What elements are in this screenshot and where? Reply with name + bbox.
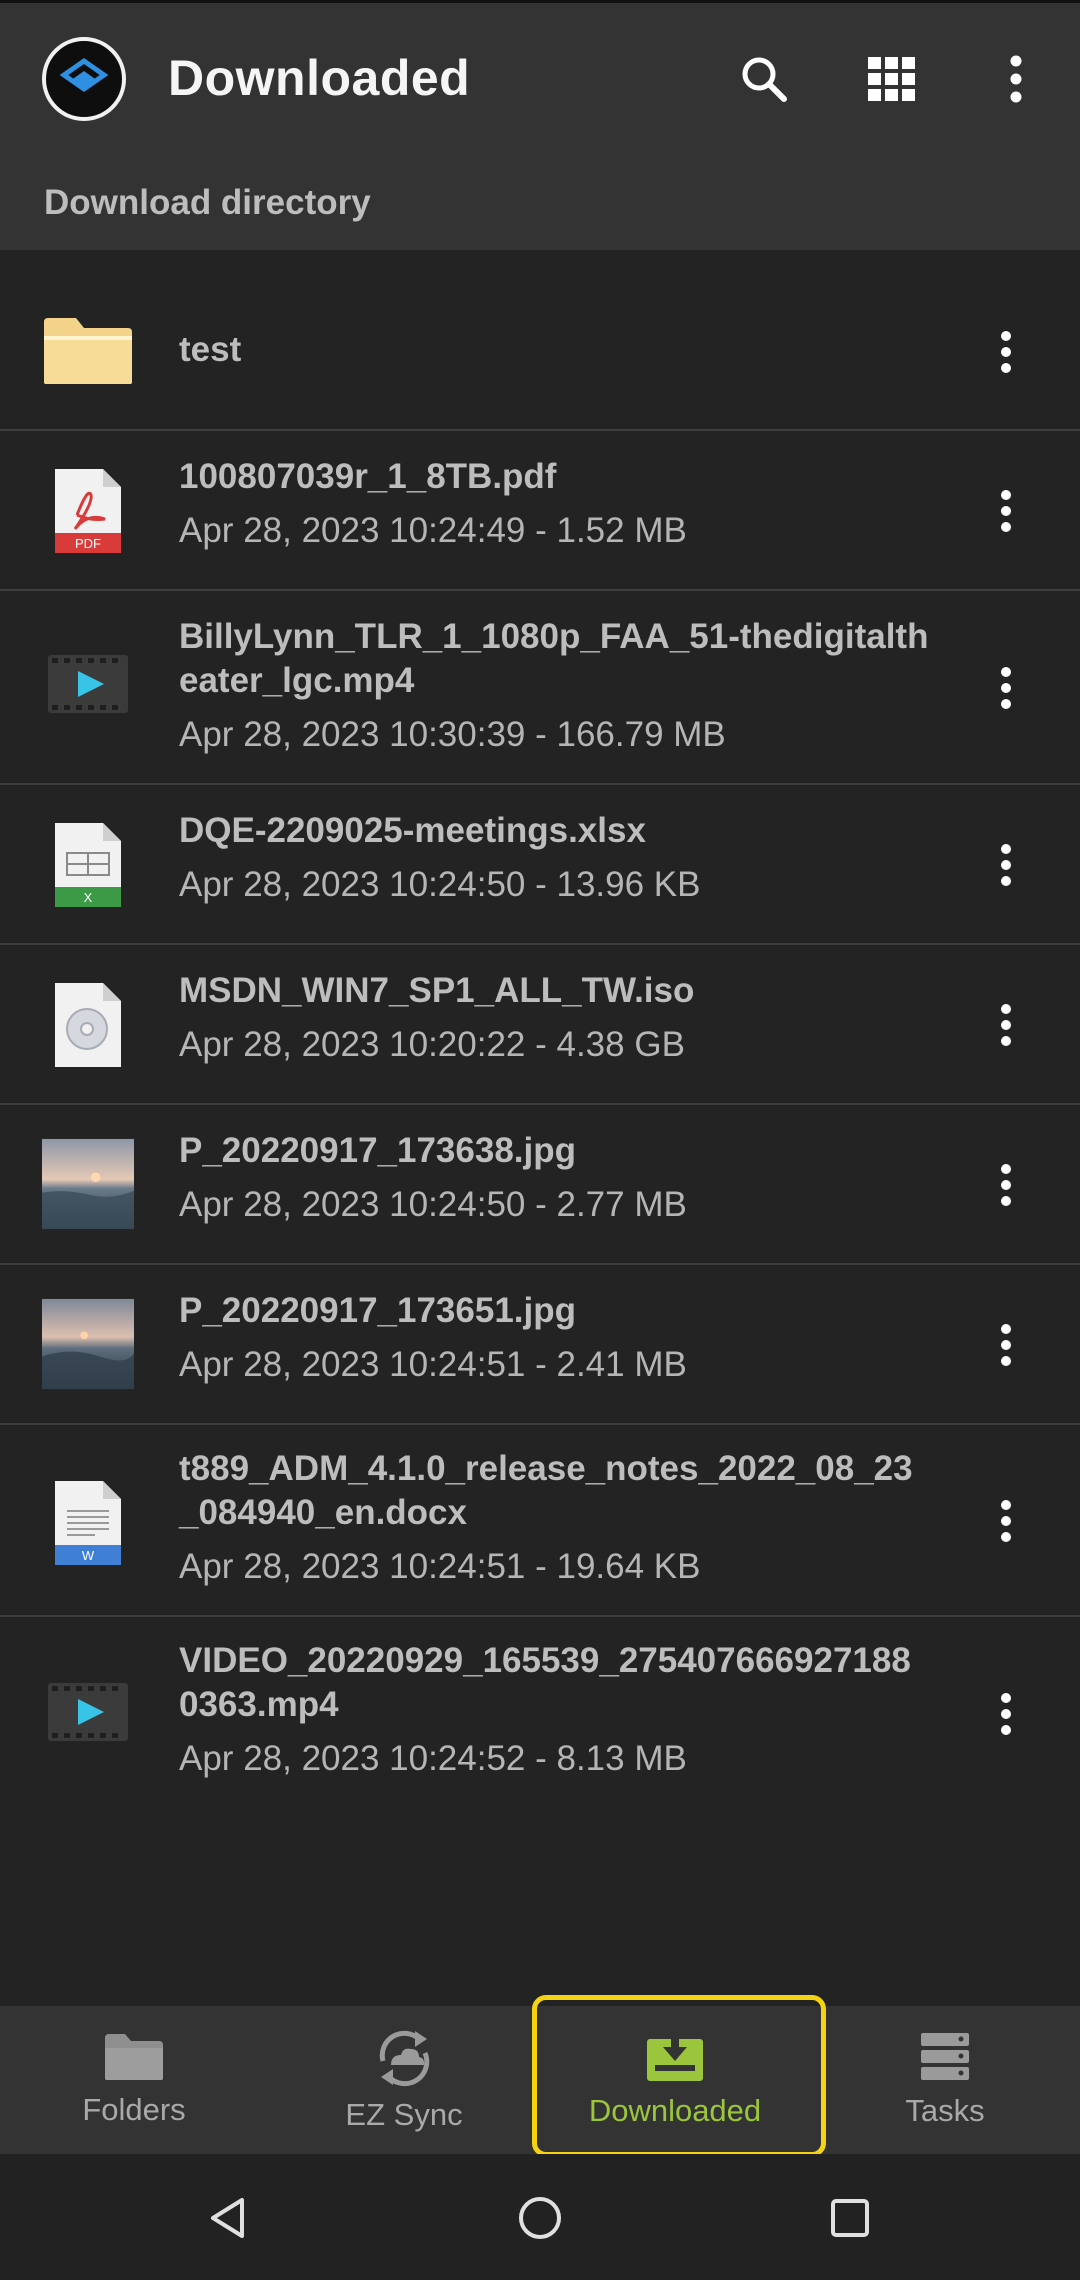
document-file-icon: W [42,1481,134,1565]
image-thumbnail [42,1297,134,1391]
list-item-file[interactable]: X DQE-2209025-meetings.xlsx Apr 28, 2023… [0,785,1080,945]
more-vert-icon [1001,1500,1011,1542]
file-meta: Apr 28, 2023 10:24:51 - 19.64 KB [179,1547,701,1586]
video-file-icon [42,653,134,715]
file-name: test [179,330,242,369]
file-name: t889_ADM_4.1.0_release_notes_2022_08_23_… [179,1449,913,1532]
pdf-file-icon: PDF [42,469,134,553]
svg-text:W: W [82,1548,95,1563]
svg-text:X: X [84,890,93,905]
file-name: P_20220917_173638.jpg [179,1131,576,1170]
tasks-stack-icon [921,2033,969,2080]
grid-view-icon [868,57,915,101]
recents-button[interactable] [814,2182,886,2254]
more-vert-icon [1001,1164,1011,1206]
ez-sync-icon [379,2030,430,2087]
more-vert-icon [1001,1324,1011,1366]
file-name: DQE-2209025-meetings.xlsx [179,811,646,850]
file-meta: Apr 28, 2023 10:30:39 - 166.79 MB [179,715,726,754]
file-name: P_20220917_173651.jpg [179,1291,576,1330]
list-item-file[interactable]: VIDEO_20220929_165539_275407666927188036… [0,1617,1080,1811]
file-name: BillyLynn_TLR_1_1080p_FAA_51-thedigitalt… [179,617,929,700]
search-icon [742,57,787,102]
directory-label: Download directory [44,183,371,222]
directory-subheader: Download directory [0,156,1080,250]
app-logo-icon[interactable] [42,37,126,121]
file-meta: Apr 28, 2023 10:24:49 - 1.52 MB [179,511,687,550]
more-vert-icon [1001,844,1011,886]
more-vert-icon [1001,667,1011,709]
app-bar: Downloaded [0,0,1080,156]
tab-label: EZ Sync [345,2097,463,2132]
list-item-file[interactable]: P_20220917_173638.jpg Apr 28, 2023 10:24… [0,1105,1080,1265]
file-meta: Apr 28, 2023 10:24:51 - 2.41 MB [179,1345,687,1384]
list-item-file[interactable]: W t889_ADM_4.1.0_release_notes_2022_08_2… [0,1425,1080,1617]
file-meta: Apr 28, 2023 10:24:50 - 13.96 KB [179,865,701,904]
tab-label: Tasks [905,2093,985,2128]
more-vert-icon [1001,331,1011,373]
home-button[interactable] [504,2182,576,2254]
spreadsheet-file-icon: X [42,823,134,907]
file-meta: Apr 28, 2023 10:24:52 - 8.13 MB [179,1739,687,1778]
grid-view-button[interactable] [856,43,928,115]
list-item-file[interactable]: P_20220917_173651.jpg Apr 28, 2023 10:24… [0,1265,1080,1425]
more-vert-icon [1001,1693,1011,1735]
more-vert-icon [1010,55,1022,103]
item-menu-button[interactable] [970,652,1042,724]
overflow-menu-button[interactable] [980,43,1052,115]
video-file-icon [42,1681,134,1743]
item-menu-button[interactable] [970,1309,1042,1381]
item-menu-button[interactable] [970,1485,1042,1557]
list-item-file[interactable]: MSDN_WIN7_SP1_ALL_TW.iso Apr 28, 2023 10… [0,945,1080,1105]
folder-icon [105,2034,163,2080]
tab-folders[interactable]: Folders [0,2006,268,2154]
svg-text:PDF: PDF [75,536,101,551]
recents-icon [831,2199,869,2237]
tab-ez-sync[interactable]: EZ Sync [268,2006,540,2154]
item-menu-button[interactable] [970,1149,1042,1221]
list-item-file[interactable]: PDF 100807039r_1_8TB.pdf Apr 28, 2023 10… [0,431,1080,591]
tab-tasks[interactable]: Tasks [810,2006,1080,2154]
file-name: 100807039r_1_8TB.pdf [179,457,557,496]
back-icon [211,2198,244,2238]
file-name: VIDEO_20220929_165539_275407666927188036… [179,1641,911,1724]
file-meta: Apr 28, 2023 10:24:50 - 2.77 MB [179,1185,687,1224]
more-vert-icon [1001,490,1011,532]
page-title: Downloaded [168,50,471,106]
item-menu-button[interactable] [970,829,1042,901]
file-list: test PDF 100807039r_1_8TB.pdf Apr 28, 20… [0,250,1080,1811]
tab-label: Folders [82,2092,186,2127]
list-item-file[interactable]: BillyLynn_TLR_1_1080p_FAA_51-thedigitalt… [0,591,1080,785]
system-navigation-bar [0,2154,1080,2280]
image-thumbnail [42,1137,134,1231]
item-menu-button[interactable] [970,1678,1042,1750]
search-button[interactable] [728,43,800,115]
folder-icon [42,316,134,386]
disc-image-file-icon [42,983,134,1067]
home-icon [519,2197,561,2239]
file-meta: Apr 28, 2023 10:20:22 - 4.38 GB [179,1025,685,1064]
item-menu-button[interactable] [970,316,1042,388]
back-button[interactable] [192,2182,264,2254]
list-item-folder-test[interactable]: test [0,250,1080,431]
item-menu-button[interactable] [970,989,1042,1061]
selected-tab-highlight [532,1995,826,2157]
file-name: MSDN_WIN7_SP1_ALL_TW.iso [179,971,695,1010]
more-vert-icon [1001,1004,1011,1046]
item-menu-button[interactable] [970,475,1042,547]
